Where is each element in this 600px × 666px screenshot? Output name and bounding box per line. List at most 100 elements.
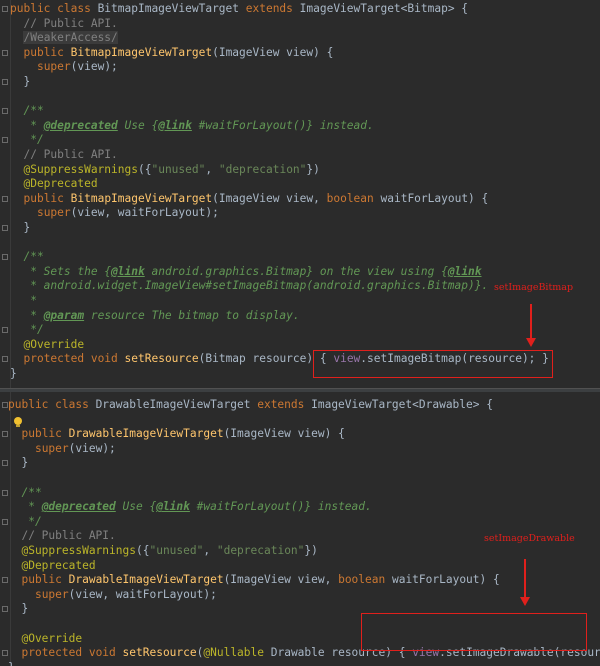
code-line[interactable]: // Public API. xyxy=(10,148,118,163)
fold-marker-icon[interactable] xyxy=(2,49,8,56)
code-token: , xyxy=(203,544,217,557)
lightbulb-icon[interactable] xyxy=(14,417,22,425)
code-line[interactable]: public DrawableImageViewTarget(ImageView… xyxy=(8,427,344,442)
fold-marker-icon[interactable] xyxy=(2,79,8,85)
code-token: * android.widget.ImageView#setImageBitma… xyxy=(10,279,489,293)
code-line[interactable]: * @param resource The bitmap to display. xyxy=(10,308,300,324)
code-token: // Public API. xyxy=(8,529,116,543)
code-line[interactable]: } xyxy=(8,661,15,666)
code-token: /** xyxy=(8,485,42,499)
fold-marker-icon[interactable] xyxy=(2,195,8,202)
code-line[interactable]: * xyxy=(10,294,37,309)
code-line[interactable]: public class DrawableImageViewTarget ext… xyxy=(8,398,493,413)
code-line[interactable]: * android.widget.ImageView#setImageBitma… xyxy=(10,279,488,294)
code-token: resource The bitmap to display. xyxy=(84,308,300,322)
code-token: /** xyxy=(10,104,44,118)
fold-marker-icon[interactable] xyxy=(2,225,8,231)
code-token: super xyxy=(34,587,69,601)
code-line[interactable]: } xyxy=(8,602,28,617)
code-line[interactable]: } xyxy=(10,221,30,236)
code-token: * Sets the { xyxy=(10,264,112,278)
code-line[interactable]: // Public API. xyxy=(10,17,117,32)
code-line[interactable]: public DrawableImageViewTarget(ImageView… xyxy=(8,573,499,588)
code-line[interactable]: } xyxy=(8,456,28,471)
callout-arrow-shaft xyxy=(524,559,526,599)
code-token: * xyxy=(10,118,44,132)
code-token: public xyxy=(21,427,69,441)
code-token: "deprecation" xyxy=(216,544,305,557)
code-token: (view); xyxy=(68,441,116,455)
code-line[interactable]: * @deprecated Use {@link #waitForLayout(… xyxy=(10,119,374,134)
callout-arrow-shaft xyxy=(530,304,532,340)
code-line[interactable]: @Deprecated xyxy=(10,177,97,192)
code-token: boolean xyxy=(338,573,392,587)
code-line[interactable]: super(view); xyxy=(10,60,118,75)
code-token: * xyxy=(10,294,37,307)
code-token: public xyxy=(23,191,71,205)
code-line[interactable]: /** xyxy=(10,250,44,265)
callout-label-setimagedrawable: setImageDrawable xyxy=(484,533,575,544)
code-line[interactable]: /** xyxy=(8,485,42,501)
code-line[interactable]: */ xyxy=(8,515,41,530)
fold-marker-icon[interactable] xyxy=(2,356,8,363)
code-token: } xyxy=(10,75,31,88)
fold-marker-icon[interactable] xyxy=(2,108,8,115)
code-line[interactable]: @Override xyxy=(10,338,84,353)
editor-pane-drawable-target[interactable]: public class DrawableImageViewTarget ext… xyxy=(0,392,600,666)
code-token: // Public API. xyxy=(10,148,118,161)
editor-pane-bitmap-target[interactable]: public class BitmapImageViewTarget exten… xyxy=(0,0,600,388)
code-token: (Bitmap resource) { xyxy=(198,352,334,366)
code-token: @param xyxy=(43,308,85,322)
code-token: super xyxy=(36,206,71,220)
code-line[interactable]: @SuppressWarnings({"unused", "deprecatio… xyxy=(8,544,317,559)
fold-marker-icon[interactable] xyxy=(2,6,8,12)
code-token: setResource xyxy=(122,646,197,660)
code-line[interactable]: public BitmapImageViewTarget(ImageView v… xyxy=(10,46,333,61)
code-line[interactable]: super(view); xyxy=(8,442,116,457)
code-line[interactable]: public class BitmapImageViewTarget exten… xyxy=(10,2,468,17)
code-token: boolean xyxy=(326,191,381,205)
code-token: BitmapImageViewTarget xyxy=(70,191,213,205)
code-token: extends xyxy=(245,2,300,15)
code-token: public class xyxy=(10,2,98,15)
code-line[interactable]: * @deprecated Use {@link #waitForLayout(… xyxy=(8,500,372,515)
code-line[interactable]: } xyxy=(10,75,30,90)
code-line[interactable]: super(view, waitForLayout); xyxy=(8,588,217,603)
fold-marker-icon[interactable] xyxy=(2,254,8,261)
code-line[interactable]: @Deprecated xyxy=(8,559,95,574)
code-line[interactable]: */ xyxy=(10,133,43,148)
code-line[interactable]: protected void setResource(@Nullable Dra… xyxy=(8,646,600,661)
code-line[interactable]: } xyxy=(10,367,17,382)
code-token: super xyxy=(36,60,71,74)
code-token: (view); xyxy=(70,60,118,74)
callout-label-setimagebitmap: setImageBitmap xyxy=(494,282,574,293)
code-line[interactable]: public BitmapImageViewTarget(ImageView v… xyxy=(10,192,488,207)
code-line[interactable]: */ xyxy=(10,323,44,338)
code-token: /** xyxy=(10,250,44,264)
code-token: (view, waitForLayout); xyxy=(70,206,219,220)
code-token: public xyxy=(21,573,69,587)
code-token: @deprecated xyxy=(43,118,118,132)
code-line[interactable]: @Override xyxy=(8,632,82,647)
code-token: public class xyxy=(8,398,96,411)
code-token: setResource xyxy=(124,352,199,366)
code-line[interactable]: /** xyxy=(10,104,44,119)
fold-marker-icon[interactable] xyxy=(2,327,8,334)
code-token: }) xyxy=(306,162,320,176)
code-line[interactable]: @SuppressWarnings({"unused", "deprecatio… xyxy=(10,162,320,178)
code-line[interactable]: * Sets the {@link android.graphics.Bitma… xyxy=(10,264,481,280)
code-line[interactable]: // Public API. xyxy=(8,529,116,544)
callout-arrow-head-icon xyxy=(526,338,536,347)
code-line[interactable]: super(view, waitForLayout); xyxy=(10,206,219,221)
code-token: } xyxy=(8,456,29,470)
fold-marker-icon[interactable] xyxy=(2,137,8,144)
code-token: @SuppressWarnings xyxy=(10,162,138,176)
code-token: "unused" xyxy=(151,162,206,176)
code-token: * xyxy=(10,308,44,322)
code-token: @link xyxy=(111,264,145,278)
code-line[interactable]: /WeakerAccess/ xyxy=(10,31,118,46)
code-line[interactable]: protected void setResource(Bitmap resour… xyxy=(10,352,548,367)
code-token: */ xyxy=(10,323,44,337)
